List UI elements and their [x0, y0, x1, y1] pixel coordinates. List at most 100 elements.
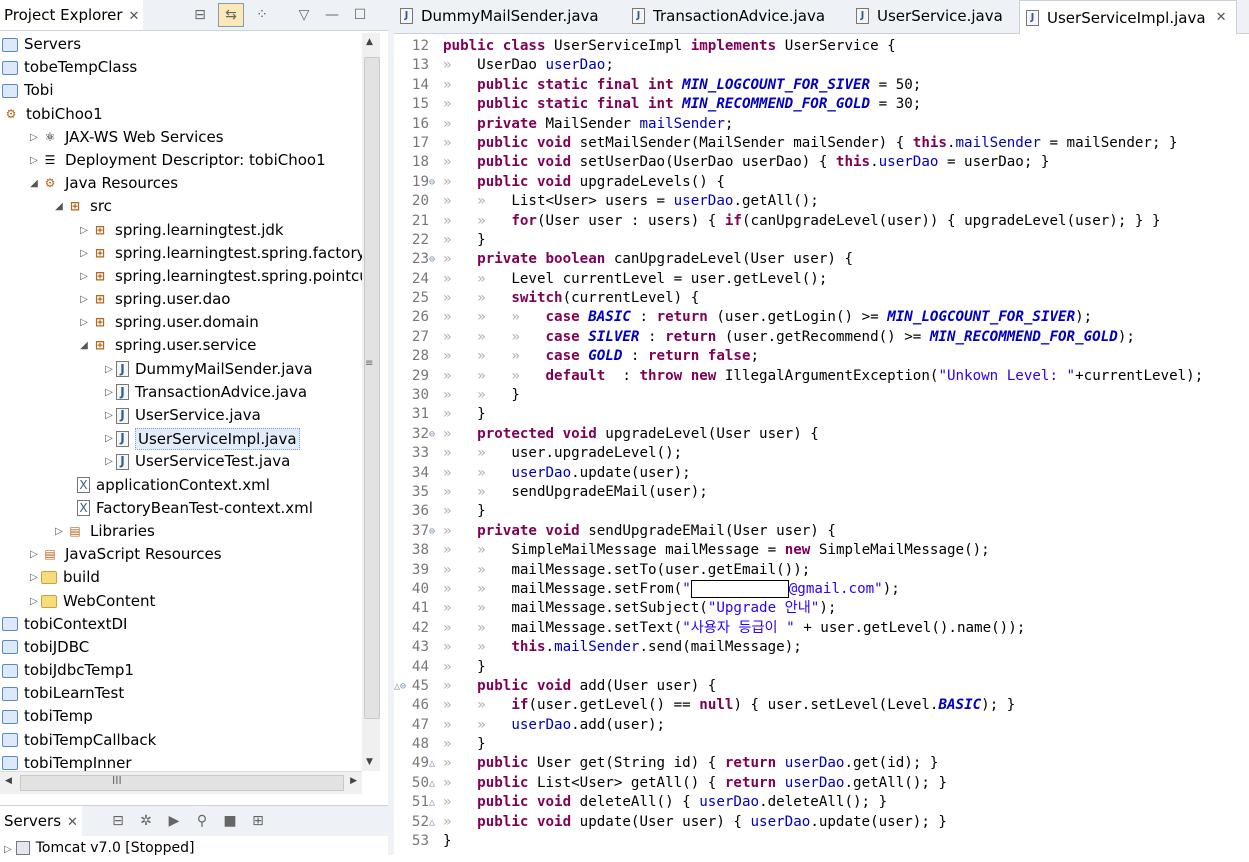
tree-item[interactable]: ▷ ▤ JavaScript Resources — [0, 543, 362, 566]
expand-arrow-icon[interactable]: ▷ — [77, 288, 91, 311]
close-icon[interactable]: ✕ — [67, 815, 78, 830]
code-line[interactable]: 14 » public static final int MIN_LOGCOUNT… — [394, 76, 1249, 95]
code-line[interactable]: 27 » » » case SILVER : return (user.getRe… — [394, 328, 1249, 347]
code-line[interactable]: 22 » } — [394, 231, 1249, 250]
debug-icon[interactable]: ✲ — [136, 811, 156, 831]
tree-item[interactable]: tobiTemp — [0, 705, 362, 728]
code-line[interactable]: 46 » » if(user.getLevel() == null) { user… — [394, 696, 1249, 715]
code-line[interactable]: 30 » » } — [394, 386, 1249, 405]
code-line[interactable]: 21 » » for(User user : users) { if(canUpg… — [394, 212, 1249, 231]
fold-toggle-icon[interactable]: △⊖ — [394, 677, 408, 696]
expand-arrow-icon[interactable]: ▷ — [77, 242, 91, 265]
code-line[interactable]: 35 » » sendUpgradeEMail(user); — [394, 483, 1249, 502]
publish-icon[interactable]: ⊞ — [248, 811, 268, 831]
tree-item[interactable]: ▷ ⊞ spring.user.domain — [0, 311, 362, 334]
tree-item[interactable]: tobeTempClass — [0, 56, 362, 79]
code-line[interactable]: 39 » » mailMessage.setTo(user.getEmail())… — [394, 561, 1249, 580]
tree-item[interactable]: ◢ ⊞ src — [0, 195, 362, 218]
code-area[interactable]: 12 public class UserServiceImpl implement… — [394, 37, 1249, 851]
code-line[interactable]: 12 public class UserServiceImpl implement… — [394, 37, 1249, 56]
editor-tab[interactable]: J UserServiceImpl.java ✕ — [1019, 0, 1237, 34]
code-line[interactable]: 41 » » mailMessage.setSubject("Upgrade 안내… — [394, 599, 1249, 618]
close-icon[interactable]: ✕ — [1216, 2, 1227, 34]
code-line[interactable]: 24 » » Level currentLevel = user.getLevel… — [394, 270, 1249, 289]
expand-arrow-icon[interactable]: ▷ — [27, 126, 41, 149]
code-line[interactable]: 16 » private MailSender mailSender; — [394, 115, 1249, 134]
code-line[interactable]: 13 » UserDao userDao; — [394, 56, 1249, 75]
code-line[interactable]: 40 » » mailMessage.setFrom(" @gmail.com"); — [394, 579, 1249, 599]
maximize-icon[interactable]: ☐ — [350, 5, 370, 25]
code-line[interactable]: 36 » } — [394, 502, 1249, 521]
tree-item[interactable]: ▷ ⊞ spring.learningtest.jdk — [0, 219, 362, 242]
code-line[interactable]: 18 » public void setUserDao(UserDao userD… — [394, 153, 1249, 172]
override-marker-icon[interactable]: △ — [429, 774, 443, 793]
tree-vertical-scrollbar[interactable]: ▲ ≡ ▼ — [362, 33, 380, 771]
expand-arrow-icon[interactable]: ▷ — [77, 311, 91, 334]
tree-item[interactable]: ⚙ tobiChoo1 — [0, 103, 362, 126]
code-line[interactable]: 33 » » user.upgradeLevel(); — [394, 444, 1249, 463]
filter-icon[interactable]: ⁘ — [252, 5, 272, 25]
tree-item[interactable]: tobiTempCallback — [0, 729, 362, 752]
tree-item[interactable]: tobiJdbcTemp1 — [0, 659, 362, 682]
editor-tab[interactable]: J TransactionAdvice.java — [626, 0, 856, 32]
tree-item[interactable]: ▷ WebContent — [0, 590, 362, 613]
tree-item[interactable]: ▷ J UserServiceTest.java — [0, 450, 362, 473]
code-line[interactable]: 20 » » List<User> users = userDao.getAll(… — [394, 192, 1249, 211]
code-line[interactable]: 31 » } — [394, 405, 1249, 424]
tree-item[interactable]: ▷⊞ spring.learningtest.spring.factorybean — [0, 242, 362, 265]
expand-arrow-icon[interactable]: ▷ — [102, 358, 116, 381]
code-line[interactable]: 28 » » » case GOLD : return false; — [394, 347, 1249, 366]
code-line[interactable]: 23 ⊖» private boolean canUpgradeLevel(Use… — [394, 250, 1249, 269]
close-icon[interactable]: ✕ — [129, 9, 140, 24]
code-line[interactable]: 47 » » userDao.add(user); — [394, 716, 1249, 735]
expand-arrow-icon[interactable]: ▷ — [77, 219, 91, 242]
tree-horizontal-scrollbar[interactable]: ◀ III ▶ — [0, 771, 362, 794]
code-line[interactable]: 15 » public static final int MIN_RECOMMEN… — [394, 95, 1249, 114]
tree-item[interactable]: XapplicationContext.xml — [0, 474, 362, 497]
tree-item[interactable]: ▷ ⚛ JAX-WS Web Services — [0, 126, 362, 149]
expand-arrow-icon[interactable]: ▷ — [102, 381, 116, 404]
expand-arrow-icon[interactable]: ▷ — [102, 404, 116, 427]
tree-item[interactable]: tobiLearnTest — [0, 682, 362, 705]
project-explorer-tab[interactable]: Project Explorer ✕ — [0, 0, 144, 30]
expand-arrow-icon[interactable]: ▷ — [52, 520, 66, 543]
code-line[interactable]: 34 » » userDao.update(user); — [394, 464, 1249, 483]
profile-icon[interactable]: ⚲ — [192, 811, 212, 831]
override-marker-icon[interactable]: △ — [429, 793, 443, 812]
tree-item[interactable]: X FactoryBeanTest-context.xml — [0, 497, 362, 520]
tree-item[interactable]: ▷ ⊞ spring.learningtest.spring.pointcut — [0, 265, 362, 288]
expand-arrow-icon[interactable]: ▷ — [27, 590, 41, 613]
scroll-up-icon[interactable]: ▲ — [366, 37, 373, 47]
fold-toggle-icon[interactable]: ⊖ — [429, 425, 443, 444]
expand-arrow-icon[interactable]: ▷ — [77, 265, 91, 288]
scroll-right-icon[interactable]: ▶ — [350, 776, 357, 786]
code-line[interactable]: 29 » » » default : throw new IllegalArgum… — [394, 367, 1249, 386]
tree-item[interactable]: ◢ ⊞ spring.user.service — [0, 334, 362, 357]
expand-arrow-icon[interactable]: ▷ — [27, 149, 41, 172]
editor-tab[interactable]: J DummyMailSender.java — [394, 0, 632, 32]
code-line[interactable]: 52 △» public void update(User user) { use… — [394, 813, 1249, 832]
stop-icon[interactable]: ■ — [220, 811, 240, 831]
code-line[interactable]: 49 △» public User get(String id) { return… — [394, 754, 1249, 773]
fold-toggle-icon[interactable]: ⊖ — [429, 250, 443, 269]
code-line[interactable]: 51 △» public void deleteAll() { userDao.d… — [394, 793, 1249, 812]
collapse-icon[interactable]: ⊟ — [108, 811, 128, 831]
scroll-thumb[interactable] — [364, 57, 380, 719]
minimize-icon[interactable]: — — [322, 5, 342, 25]
collapse-arrow-icon[interactable]: ◢ — [27, 172, 41, 195]
link-with-editor-icon[interactable]: ⇆ — [218, 3, 244, 27]
code-line[interactable]: 19 ⊖» public void upgradeLevels() { — [394, 173, 1249, 192]
tree-item[interactable]: ▷ J UserService.java — [0, 404, 362, 427]
expand-arrow-icon[interactable]: ▷ — [102, 450, 116, 473]
code-line[interactable]: 53} — [394, 832, 1249, 851]
expand-arrow-icon[interactable]: ▷ — [4, 844, 12, 855]
servers-tab[interactable]: Servers ✕ — [0, 806, 82, 836]
scroll-down-icon[interactable]: ▼ — [366, 757, 373, 767]
tree-item[interactable]: ▷ ▤ Libraries — [0, 520, 362, 543]
editor-tab[interactable]: J UserService.java — [850, 0, 1025, 32]
tree-item[interactable]: Tobi — [0, 79, 362, 102]
code-line[interactable]: 43 » » this.mailSender.send(mailMessage); — [394, 638, 1249, 657]
code-line[interactable]: 45 △⊖» public void add(User user) { — [394, 677, 1249, 696]
tree-item[interactable]: tobiJDBC — [0, 636, 362, 659]
code-line[interactable]: 25 » » switch(currentLevel) { — [394, 289, 1249, 308]
